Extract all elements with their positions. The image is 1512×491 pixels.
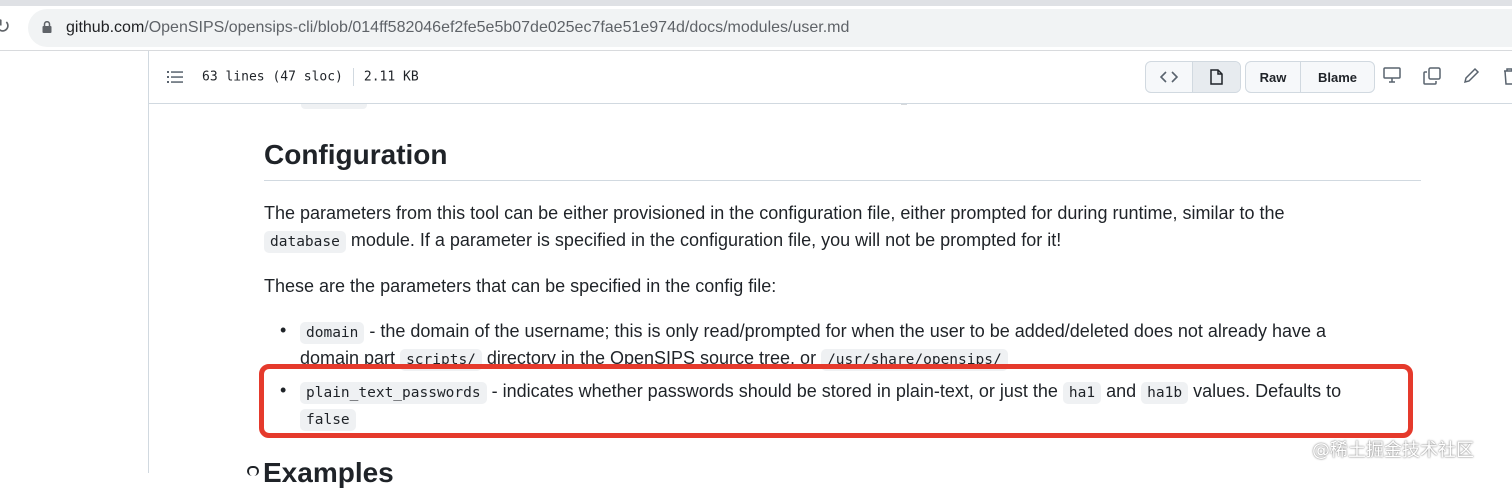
list-item-text: and [1101,381,1142,401]
url-text[interactable]: github.com/OpenSIPS/opensips-cli/blob/01… [66,19,849,37]
list-item: domain - the domain of the username; thi… [300,318,1326,347]
markdown-body: Configuration The parameters from this t… [149,103,1512,473]
bullet-icon: • [280,380,287,400]
raw-button[interactable]: Raw [1246,62,1301,92]
list-item-text: directory in the OpenSIPS source tree, o… [481,348,822,368]
inline-code: scripts/ [400,349,482,371]
inline-code: false [300,409,356,431]
desktop-icon[interactable] [1383,67,1401,83]
list-item-text: domain part [300,348,401,368]
preview-view-button[interactable] [1193,62,1240,92]
browser-toolbar: ↻ github.com/OpenSIPS/opensips-cli/blob/… [0,6,1512,51]
file-header: 63 lines (47 sloc) 2.11 KB Raw Blame [149,51,1512,104]
trash-icon[interactable] [1503,67,1512,85]
divider [352,68,354,86]
paragraph-line: database module. If a parameter is speci… [264,227,1061,256]
list-item-continuation: domain part scripts/ directory in the Op… [300,345,1008,374]
left-sidebar-gutter [0,51,149,473]
list-item: plain_text_passwords - indicates whether… [300,378,1341,407]
bullet-icon: • [280,320,287,340]
inline-code: plain_text_passwords [300,382,487,404]
link-anchor-icon[interactable] [247,466,259,476]
inline-code: database [264,231,346,253]
list-item-continuation: false [300,405,356,434]
blame-button[interactable]: Blame [1301,62,1374,92]
view-toggle [1145,61,1241,93]
line-count: 63 lines (47 sloc) [202,69,343,85]
inline-code: ha1 [1062,382,1102,404]
inline-code: domain [300,322,365,344]
file-meta: 63 lines (47 sloc) 2.11 KB [202,68,419,87]
section-heading: Configuration [264,139,448,170]
watermark: @稀土掘金技术社区 [1312,440,1474,461]
url-host: github.com [66,19,145,36]
raw-blame-group: Raw Blame [1245,61,1375,93]
file-size: 2.11 KB [363,69,419,85]
url-path: /OpenSIPS/opensips-cli/blob/014ff582046e… [144,19,850,36]
outline-list-icon[interactable] [167,69,183,85]
code-icon [1160,71,1178,83]
list-item-text: values. Defaults to [1188,381,1342,401]
paragraph-text: The parameters from this tool can be eit… [264,203,1285,223]
reload-icon[interactable]: ↻ [0,16,11,36]
paragraph-text: These are the parameters that can be spe… [264,276,777,296]
inline-code: ha1b [1141,382,1189,404]
lock-icon[interactable] [42,21,52,33]
paragraph-line: The parameters from this tool can be eit… [264,200,1285,227]
address-bar[interactable]: github.com/OpenSIPS/opensips-cli/blob/01… [28,9,1512,47]
code-view-button[interactable] [1146,62,1193,92]
paragraph: These are the parameters that can be spe… [264,273,776,300]
list-item-text: - indicates whether passwords should be … [486,381,1063,401]
paragraph-text: module. If a parameter is specified in t… [345,230,1062,250]
heading-divider [264,180,1421,181]
list-item-text: - the domain of the username; this is on… [364,321,1326,341]
pencil-icon[interactable] [1463,67,1480,84]
next-section-heading: Examples [263,457,394,488]
file-icon [1210,69,1223,85]
copy-icon[interactable] [1423,67,1441,85]
inline-code: /usr/share/opensips/ [821,349,1008,371]
